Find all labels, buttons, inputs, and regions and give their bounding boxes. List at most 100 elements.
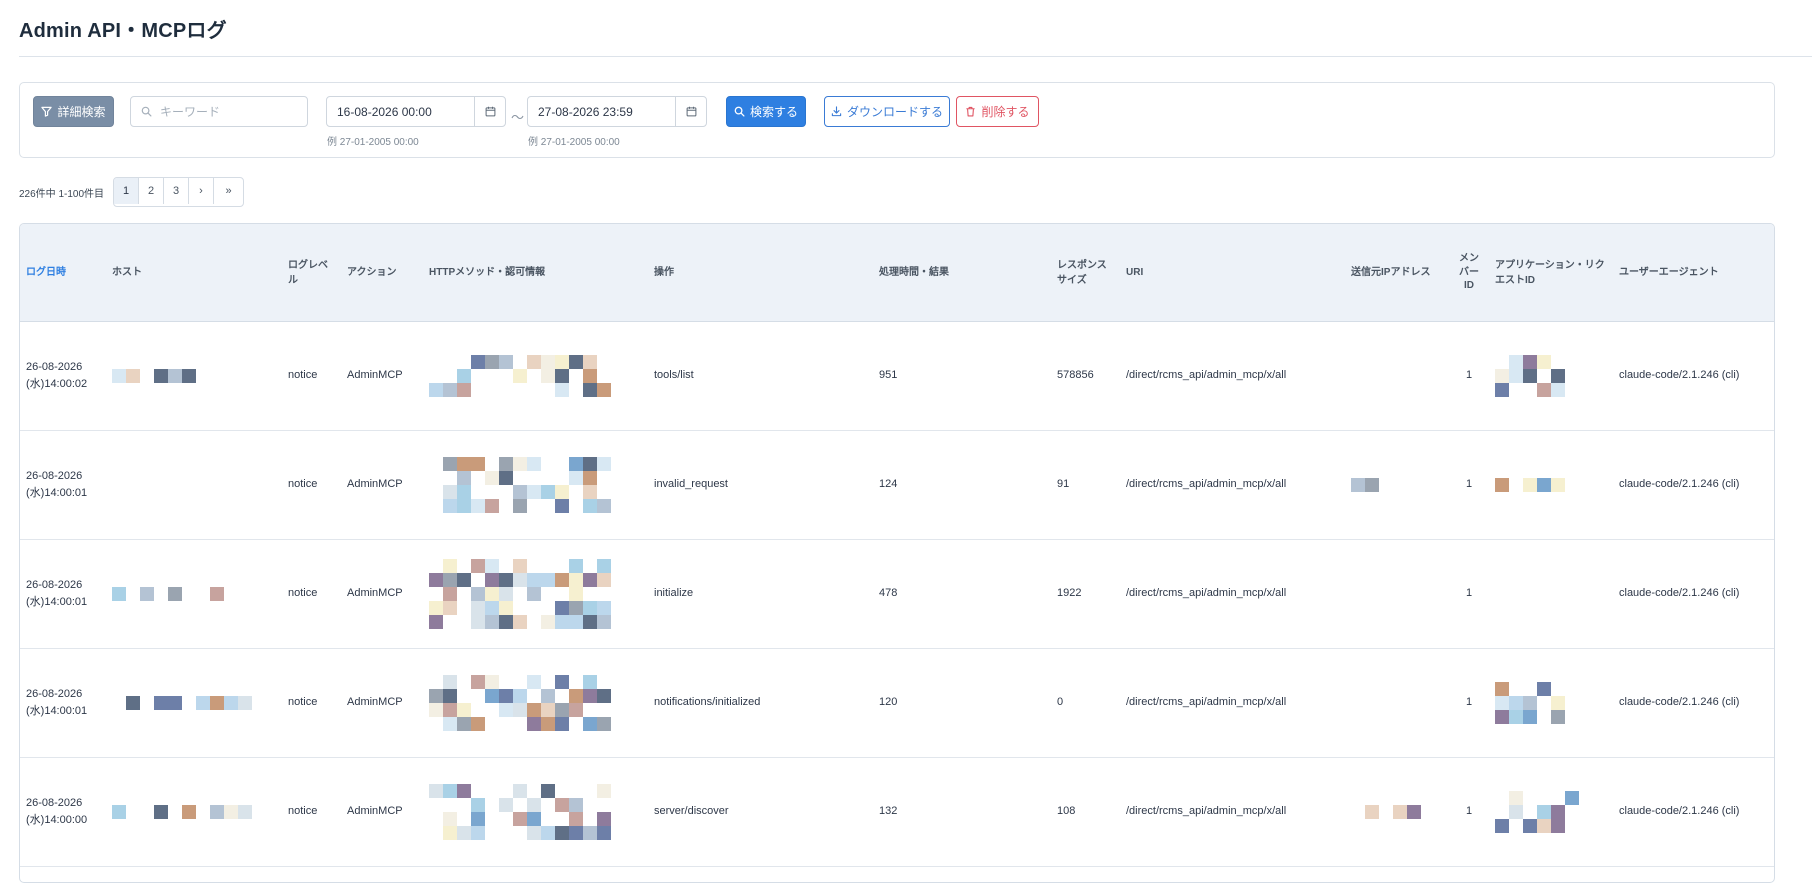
mosaic-block [541, 573, 555, 587]
col-member-id: メンバーID [1449, 224, 1489, 322]
mosaic-block [457, 573, 471, 587]
mosaic-block [527, 485, 541, 499]
app-request-id-cell [1489, 539, 1613, 649]
mosaic-block [527, 826, 541, 840]
mosaic-block [541, 587, 555, 601]
mosaic-block [583, 812, 597, 826]
redacted-mosaic [429, 559, 642, 629]
mosaic-block [429, 485, 443, 499]
mosaic-block [555, 675, 569, 689]
delete-button[interactable]: 削除する [956, 96, 1039, 127]
advanced-search-button[interactable]: 詳細検索 [33, 96, 114, 127]
mosaic-block [527, 717, 541, 731]
mosaic-block [1523, 383, 1537, 397]
mosaic-block [499, 798, 513, 812]
mosaic-block [112, 805, 126, 819]
mosaic-block [457, 784, 471, 798]
col-duration: 処理時間・結果 [873, 224, 1051, 322]
table-row[interactable]: 26-08-2026(水)14:00:00 notice AdminMCP se… [20, 757, 1774, 867]
download-button[interactable]: ダウンロードする [824, 96, 950, 127]
mosaic-block [457, 798, 471, 812]
mosaic-block [569, 457, 583, 471]
mosaic-block [569, 615, 583, 629]
mosaic-block [471, 717, 485, 731]
date-to-calendar-button[interactable] [675, 97, 706, 126]
date-from-calendar-button[interactable] [474, 97, 505, 126]
uri-cell: /direct/rcms_api/admin_mcp/x/all [1120, 648, 1345, 758]
duration-cell: 124 [873, 430, 1051, 540]
mosaic-block [457, 675, 471, 689]
date-to-input[interactable]: 27-08-2026 23:59 [528, 97, 675, 126]
mosaic-block [429, 457, 443, 471]
mosaic-block [1509, 791, 1523, 805]
mosaic-block [541, 615, 555, 629]
mosaic-block [583, 717, 597, 731]
page-3-button[interactable]: 3 [164, 178, 189, 204]
table-row[interactable]: 26-08-2026(水)14:00:01 notice AdminMCP in… [20, 539, 1774, 649]
mosaic-block [513, 499, 527, 513]
keyword-field[interactable] [130, 96, 308, 127]
response-size-cell: 108 [1051, 757, 1120, 867]
table-row[interactable]: 26-08-2026(水)14:00:01 notice AdminMCP in… [20, 430, 1774, 540]
mosaic-block [471, 784, 485, 798]
page-2-button[interactable]: 2 [139, 178, 164, 204]
keyword-input[interactable] [158, 103, 302, 120]
mosaic-block [154, 805, 168, 819]
mosaic-block [513, 369, 527, 383]
action-cell: AdminMCP [341, 321, 423, 431]
mosaic-block [485, 383, 499, 397]
col-host: ホスト [106, 224, 282, 322]
duration-cell: 951 [873, 321, 1051, 431]
mosaic-block [541, 601, 555, 615]
col-action: アクション [341, 224, 423, 322]
search-button[interactable]: 検索する [726, 96, 806, 127]
last-page-button[interactable]: » [214, 178, 243, 204]
mosaic-block [541, 383, 555, 397]
mosaic-block [1551, 805, 1565, 819]
mosaic-block [485, 499, 499, 513]
mosaic-block [555, 826, 569, 840]
mosaic-block [443, 615, 457, 629]
search-icon [141, 106, 152, 117]
mosaic-block [499, 355, 513, 369]
mosaic-block [471, 587, 485, 601]
mosaic-block [1379, 805, 1393, 819]
mosaic-block [471, 826, 485, 840]
mosaic-block [429, 573, 443, 587]
mosaic-block [569, 471, 583, 485]
uri-cell: /direct/rcms_api/admin_mcp/x/all [1120, 321, 1345, 431]
mosaic-block [485, 355, 499, 369]
mosaic-block [499, 457, 513, 471]
user-agent-cell: claude-code/2.1.246 (cli) [1613, 539, 1774, 649]
date-to-field[interactable]: 27-08-2026 23:59 [527, 96, 707, 127]
mosaic-block [1537, 383, 1551, 397]
mosaic-block [597, 471, 611, 485]
table-row[interactable]: 26-08-2026(水)14:00:01 notice AdminMCP no… [20, 648, 1774, 758]
log-table: ログ日時 ホスト ログレベル アクション HTTPメソッド・認可情報 操作 処理… [19, 223, 1775, 883]
mosaic-block [224, 369, 238, 383]
method-cell-redacted [423, 757, 648, 867]
mosaic-block [527, 369, 541, 383]
mosaic-block [513, 784, 527, 798]
mosaic-block [499, 784, 513, 798]
mosaic-block [443, 689, 457, 703]
table-row[interactable]: 26-08-2026(水)14:00:02 notice AdminMCP to… [20, 321, 1774, 431]
mosaic-block [471, 573, 485, 587]
col-log-date[interactable]: ログ日時 [20, 224, 106, 322]
mosaic-block [583, 573, 597, 587]
log-date-cell: 26-08-2026(水)14:00:01 [20, 430, 106, 540]
next-page-button[interactable]: › [189, 178, 214, 204]
mosaic-block [457, 587, 471, 601]
action-cell: AdminMCP [341, 430, 423, 540]
mosaic-block [499, 369, 513, 383]
mosaic-block [224, 805, 238, 819]
mosaic-block [527, 689, 541, 703]
page-1-button[interactable]: 1 [114, 178, 139, 204]
mosaic-block [555, 689, 569, 703]
advanced-search-label: 詳細検索 [57, 105, 106, 119]
mosaic-block [499, 573, 513, 587]
mosaic-block [1495, 805, 1509, 819]
date-from-input[interactable]: 16-08-2026 00:00 [327, 97, 474, 126]
date-from-field[interactable]: 16-08-2026 00:00 [326, 96, 506, 127]
mosaic-block [527, 798, 541, 812]
